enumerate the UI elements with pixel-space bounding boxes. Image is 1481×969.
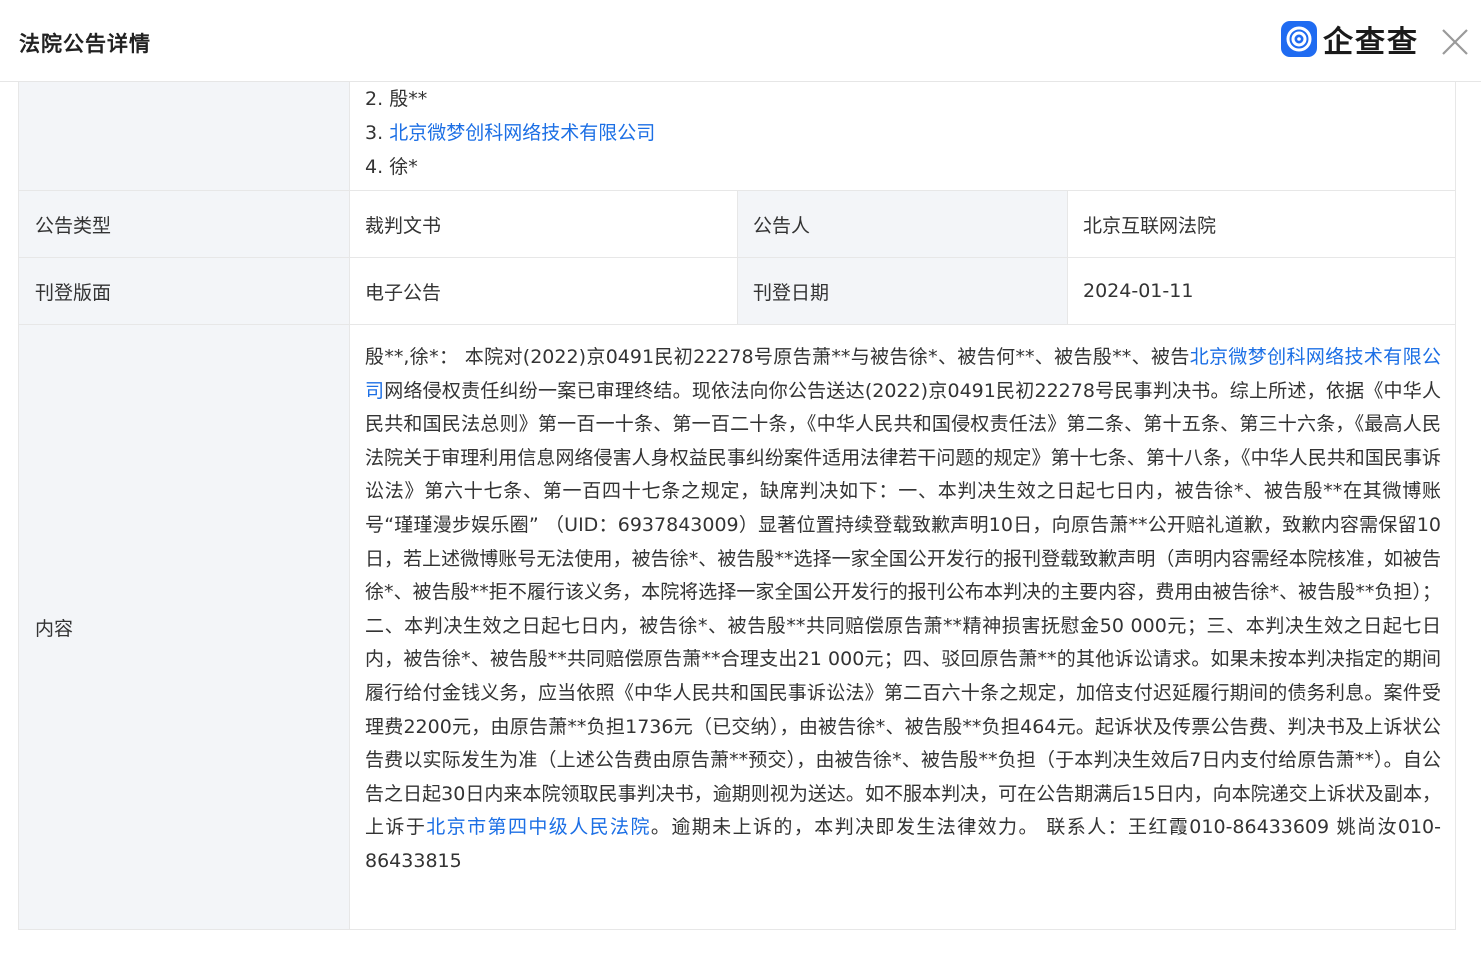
publish-date-label: 刊登日期	[737, 258, 1068, 324]
content-row: 内容 殷**,徐*： 本院对(2022)京0491民初22278号原告萧**与被…	[19, 324, 1455, 929]
brand-name: 企查查	[1323, 25, 1419, 60]
content-label: 内容	[19, 325, 350, 929]
content-text-part: 殷**,徐*： 本院对(2022)京0491民初22278号原告萧**与被告徐*…	[365, 346, 1190, 368]
type-row: 公告类型 裁判文书 公告人 北京互联网法院	[19, 190, 1455, 257]
close-icon[interactable]	[1438, 25, 1472, 59]
page-title: 法院公告详情	[19, 32, 151, 56]
publish-section-value: 电子公告	[365, 281, 442, 304]
dialog-header: 法院公告详情 企查查	[0, 0, 1481, 82]
party-number: 3.	[365, 122, 384, 144]
announcer-value: 北京互联网法院	[1083, 214, 1217, 237]
court-link[interactable]: 北京市第四中级人民法院	[426, 816, 651, 838]
announcement-type-label: 公告类型	[19, 191, 350, 257]
party-item: 2. 殷**	[365, 82, 1455, 116]
parties-list: 2. 殷** 3. 北京微梦创科网络技术有限公司 4. 徐*	[350, 82, 1455, 190]
party-item: 4. 徐*	[365, 150, 1455, 184]
announcement-type-value: 裁判文书	[365, 214, 442, 237]
announcer-label: 公告人	[737, 191, 1068, 257]
publish-date-value: 2024-01-11	[1083, 280, 1194, 302]
party-number: 4.	[365, 156, 384, 178]
announcement-detail-table: 2. 殷** 3. 北京微梦创科网络技术有限公司 4. 徐* 公告类型 裁判文书…	[18, 82, 1456, 930]
announcement-content: 殷**,徐*： 本院对(2022)京0491民初22278号原告萧**与被告徐*…	[350, 325, 1455, 879]
party-name: 殷**	[389, 88, 428, 110]
party-name: 徐*	[389, 156, 418, 178]
party-item: 3. 北京微梦创科网络技术有限公司	[365, 116, 1455, 150]
party-company-link[interactable]: 北京微梦创科网络技术有限公司	[389, 122, 655, 144]
page-row: 刊登版面 电子公告 刊登日期 2024-01-11	[19, 257, 1455, 324]
publish-section-label: 刊登版面	[19, 258, 350, 324]
qcc-logo-icon	[1281, 21, 1317, 57]
party-number: 2.	[365, 88, 384, 110]
parties-label	[19, 82, 350, 190]
parties-row: 2. 殷** 3. 北京微梦创科网络技术有限公司 4. 徐*	[19, 82, 1455, 190]
content-text-part: 网络侵权责任纠纷一案已审理终结。现依法向你公告送达(2022)京0491民初22…	[365, 379, 1442, 839]
brand-logo: 企查查	[1281, 20, 1419, 60]
